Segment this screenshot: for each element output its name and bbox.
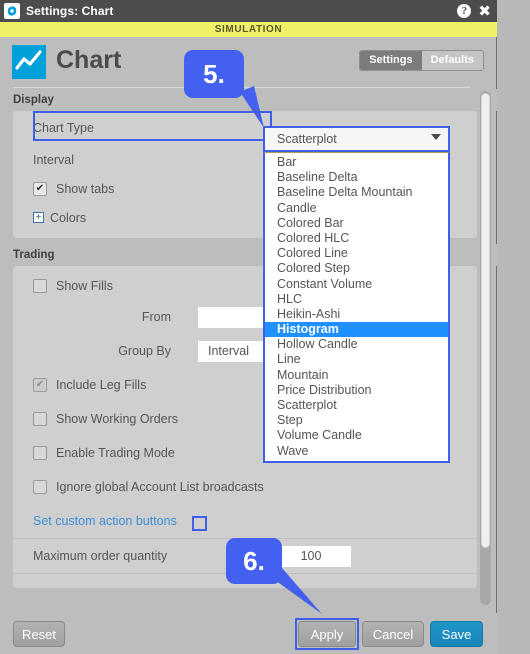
dropdown-option[interactable]: Baseline Delta Mountain [265,185,448,200]
reset-button[interactable]: Reset [13,621,65,647]
label-from: From [141,310,171,324]
max-order-quantity-input[interactable]: 100 [271,545,351,567]
checkbox-show-working-orders[interactable] [33,412,47,426]
dropdown-option[interactable]: Step [265,413,448,428]
dropdown-option[interactable]: HLC [265,292,448,307]
scrollbar-track[interactable] [480,91,491,605]
custom-action-buttons-annotation-box [192,516,207,531]
section-heading-display: Display [0,89,497,111]
label-ignore-broadcasts: Ignore global Account List broadcasts [56,480,264,494]
callout-step-5-label: 5. [203,58,225,89]
checkbox-enable-trading-mode[interactable] [33,446,47,460]
scrollbar-thumb[interactable] [481,93,490,548]
dropdown-option[interactable]: Colored Bar [265,216,448,231]
label-interval: Interval [33,152,74,167]
dropdown-option[interactable]: Wave [265,444,448,459]
dropdown-option[interactable]: Mountain [265,368,448,383]
dropdown-option[interactable]: Bar [265,155,448,170]
settings-gear-icon [4,3,20,19]
dropdown-option[interactable]: Line [265,352,448,367]
callout-step-5: 5. [184,50,244,98]
dropdown-option[interactable]: Hollow Candle [265,337,448,352]
dropdown-option[interactable]: Candle [265,201,448,216]
chart-type-dropdown-button[interactable]: Scatterplot [263,126,450,152]
row-custom-action-buttons[interactable]: Set custom action buttons [13,504,477,538]
label-include-leg-fills: Include Leg Fills [56,378,147,392]
settings-chart-window: Settings: Chart ? ✖ SIMULATION Chart Set… [0,0,530,654]
checkbox-show-tabs[interactable]: ✔ [33,181,47,196]
tab-settings[interactable]: Settings [360,51,422,70]
dialog-footer: Reset Apply Cancel Save [0,613,497,654]
dropdown-option[interactable]: Colored HLC [265,231,448,246]
link-set-custom-action-buttons[interactable]: Set custom action buttons [33,514,177,528]
label-show-working-orders: Show Working Orders [56,412,179,426]
dropdown-option[interactable]: Constant Volume [265,277,448,292]
chart-type-option-list[interactable]: Bar Baseline Delta Baseline Delta Mountain… [263,152,450,463]
dialog-header: Chart Settings Defaults [0,37,497,88]
dropdown-option[interactable]: Colored Step [265,261,448,276]
label-show-tabs: Show tabs [56,181,115,196]
label-group-by: Group By [118,344,171,358]
chevron-down-icon [431,134,441,140]
expand-plus-icon[interactable]: + [33,212,44,223]
simulation-banner: SIMULATION [0,22,497,37]
title-bar: Settings: Chart ? ✖ [0,0,497,22]
callout-step-6: 6. [226,538,282,584]
dropdown-option[interactable]: Scatterplot [265,398,448,413]
label-enable-trading-mode: Enable Trading Mode [56,446,175,460]
callout-step-6-label: 6. [243,545,265,576]
dropdown-option[interactable]: Heikin-Ashi [265,307,448,322]
label-colors: Colors [50,210,87,225]
page-title: Chart [56,46,122,74]
dropdown-option[interactable]: Price Distribution [265,383,448,398]
cancel-button[interactable]: Cancel [362,621,424,647]
chart-type-dropdown[interactable]: Scatterplot Bar Baseline Delta Baseline De… [263,126,450,463]
dropdown-option[interactable]: Baseline Delta [265,170,448,185]
title-bar-controls: ? ✖ [457,0,491,22]
checkbox-ignore-broadcasts[interactable] [33,480,47,494]
dropdown-option[interactable]: Volume Candle [265,428,448,443]
row-ignore-broadcasts[interactable]: Ignore global Account List broadcasts [13,470,477,504]
tab-defaults[interactable]: Defaults [421,51,483,70]
settings-defaults-toggle[interactable]: Settings Defaults [359,50,484,71]
line-chart-icon [12,45,46,79]
label-chart-type: Chart Type [33,121,94,135]
dropdown-option[interactable]: Colored Line [265,246,448,261]
window-title: Settings: Chart [26,4,114,18]
checkbox-include-leg-fills[interactable]: ✔ [33,378,47,392]
apply-button[interactable]: Apply [298,621,356,647]
dropdown-option[interactable]: Histogram [265,322,448,338]
close-icon[interactable]: ✖ [478,4,491,19]
max-order-quantity-wrap[interactable]: 100 [271,545,351,567]
chart-type-selected-value: Scatterplot [277,132,337,146]
checkbox-show-fills[interactable] [33,278,47,293]
label-max-order-quantity: Maximum order quantity [33,549,168,563]
label-show-fills: Show Fills [56,278,113,293]
save-button[interactable]: Save [430,621,483,647]
help-icon[interactable]: ? [457,4,472,18]
